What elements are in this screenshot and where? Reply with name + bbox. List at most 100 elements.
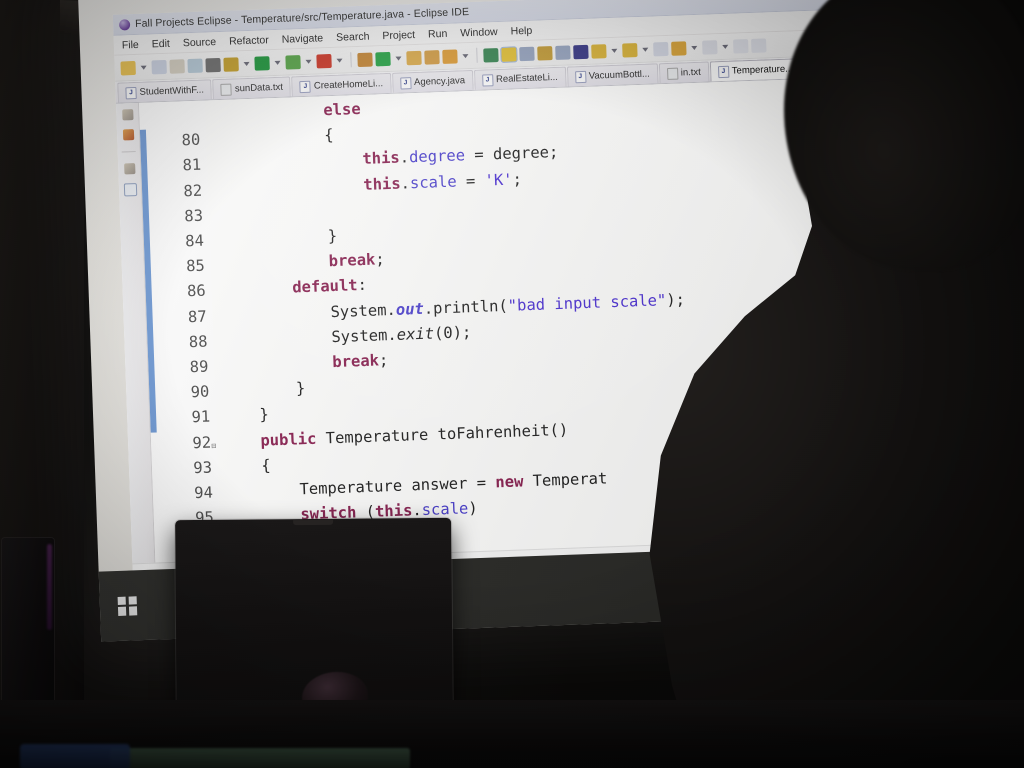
toolbar-divider [476, 47, 478, 63]
code-token-pl: { [211, 126, 334, 149]
highlight-icon[interactable] [500, 45, 518, 63]
quick-fix-icon[interactable] [205, 57, 221, 72]
computer-tower [2, 538, 54, 720]
new-java-class-icon[interactable] [375, 51, 391, 66]
desk-object-blue [20, 744, 130, 768]
toggle-mark-occurrences-icon[interactable] [537, 45, 553, 61]
print-icon[interactable] [187, 58, 203, 73]
last-edit-icon[interactable] [702, 39, 718, 55]
menu-item-edit[interactable]: Edit [152, 37, 171, 50]
package-explorer-icon[interactable] [122, 129, 134, 141]
photo-scene: Fall Projects Eclipse - Temperature/src/… [0, 0, 1024, 768]
code-token-fld: scale [421, 499, 469, 520]
build-all-icon[interactable] [223, 56, 239, 72]
caret-down-icon[interactable] [305, 59, 312, 64]
previous-annotation-icon[interactable] [622, 42, 638, 58]
code-token-pl: Temperature toFahrenheit() [316, 420, 569, 448]
code-token-str: 'K' [484, 170, 513, 190]
undo-icon[interactable] [733, 38, 749, 54]
line-number: 90 [190, 382, 210, 402]
start-button[interactable] [117, 595, 138, 616]
editor-tab-agency-java[interactable]: J Agency.java [391, 69, 474, 93]
run-icon[interactable] [254, 55, 270, 71]
code-token-pl: : [357, 276, 368, 295]
pin-editor-icon[interactable] [483, 47, 499, 63]
search-icon[interactable] [442, 48, 458, 64]
code-token-kw: this [362, 149, 401, 169]
eclipse-logo-icon [118, 18, 131, 31]
open-task-icon[interactable] [424, 49, 440, 65]
start-tile-2 [128, 595, 137, 605]
code-token-pl: } [215, 226, 338, 250]
editor-tab-label: CreateHomeLi... [313, 78, 384, 92]
java-file-icon: J [481, 73, 494, 87]
line-number: 82 [183, 181, 203, 200]
caret-down-icon[interactable] [395, 55, 402, 61]
editor-tab-realestateli[interactable]: J RealEstateLi... [473, 66, 567, 90]
menu-item-file[interactable]: File [122, 38, 139, 51]
menu-item-help[interactable]: Help [510, 24, 532, 37]
caret-down-icon[interactable] [140, 65, 147, 70]
redo-icon[interactable] [751, 37, 767, 53]
caret-down-icon[interactable] [462, 53, 469, 58]
open-type-icon[interactable] [406, 50, 422, 65]
restore-view-icon-2[interactable] [123, 163, 135, 175]
keyboard [110, 748, 410, 768]
editor-tab-label: in.txt [680, 66, 702, 79]
editor-tab-vacuumbottl[interactable]: J VacuumBottl... [566, 63, 659, 87]
caret-down-icon[interactable] [243, 61, 250, 66]
menu-item-refactor[interactable]: Refactor [229, 34, 269, 47]
editor-tab-in-txt[interactable]: in.txt [658, 61, 710, 84]
rail-divider [121, 151, 136, 153]
code-token-kw: new [495, 472, 524, 492]
editor-tab-sundata-txt[interactable]: sunData.txt [212, 76, 292, 100]
editor-tab-createhomeli[interactable]: J CreateHomeLi... [291, 72, 392, 97]
caret-down-icon[interactable] [336, 58, 343, 63]
java-file-icon: J [574, 70, 587, 83]
code-token-kw: break [328, 250, 376, 271]
new-java-package-icon[interactable] [357, 52, 373, 67]
show-whitespace-icon[interactable] [555, 44, 571, 60]
caret-down-icon[interactable] [611, 48, 618, 53]
text-file-icon [666, 67, 679, 80]
code-token-pl: Temperat [523, 469, 608, 491]
fold-marker-icon[interactable]: ⊟ [211, 433, 217, 458]
editor-tab-label: StudentWithF... [139, 84, 205, 98]
line-number: 92 ⊟ [157, 430, 216, 457]
caret-down-icon[interactable] [691, 45, 698, 50]
menu-item-window[interactable]: Window [460, 26, 498, 39]
editor-tab-label: Temperature... [731, 63, 794, 77]
new-wizard-icon[interactable] [120, 60, 136, 76]
save-all-icon[interactable] [169, 58, 185, 74]
debug-icon[interactable] [285, 54, 301, 70]
editor-tab-studentwithf[interactable]: J StudentWithF... [117, 79, 213, 103]
save-icon[interactable] [151, 59, 167, 74]
outline-view-icon[interactable] [123, 183, 137, 197]
menu-item-search[interactable]: Search [336, 30, 370, 43]
menu-item-source[interactable]: Source [183, 36, 217, 49]
link-icon[interactable] [519, 46, 535, 61]
restore-view-icon[interactable] [121, 109, 134, 121]
code-token-kw: default [291, 276, 358, 297]
forward-icon[interactable] [671, 40, 687, 56]
code-token-pl: .println( [423, 296, 509, 318]
java-file-icon: J [399, 76, 412, 90]
code-token-fld: degree [408, 146, 466, 167]
caret-down-icon[interactable] [642, 47, 649, 52]
back-icon[interactable] [653, 41, 669, 56]
menu-item-navigate[interactable]: Navigate [282, 32, 324, 45]
code-token-kw: break [331, 351, 380, 372]
line-number: 93 [193, 458, 213, 478]
coverage-icon[interactable] [316, 53, 332, 69]
code-token-str: "bad input scale" [507, 290, 667, 315]
next-annotation-icon[interactable] [591, 43, 607, 59]
pilcrow-icon[interactable] [573, 44, 589, 59]
menu-item-run[interactable]: Run [428, 27, 448, 40]
line-number: 84 [184, 231, 205, 251]
menu-item-project[interactable]: Project [382, 28, 415, 41]
caret-down-icon[interactable] [274, 60, 281, 65]
caret-down-icon[interactable] [722, 44, 729, 49]
